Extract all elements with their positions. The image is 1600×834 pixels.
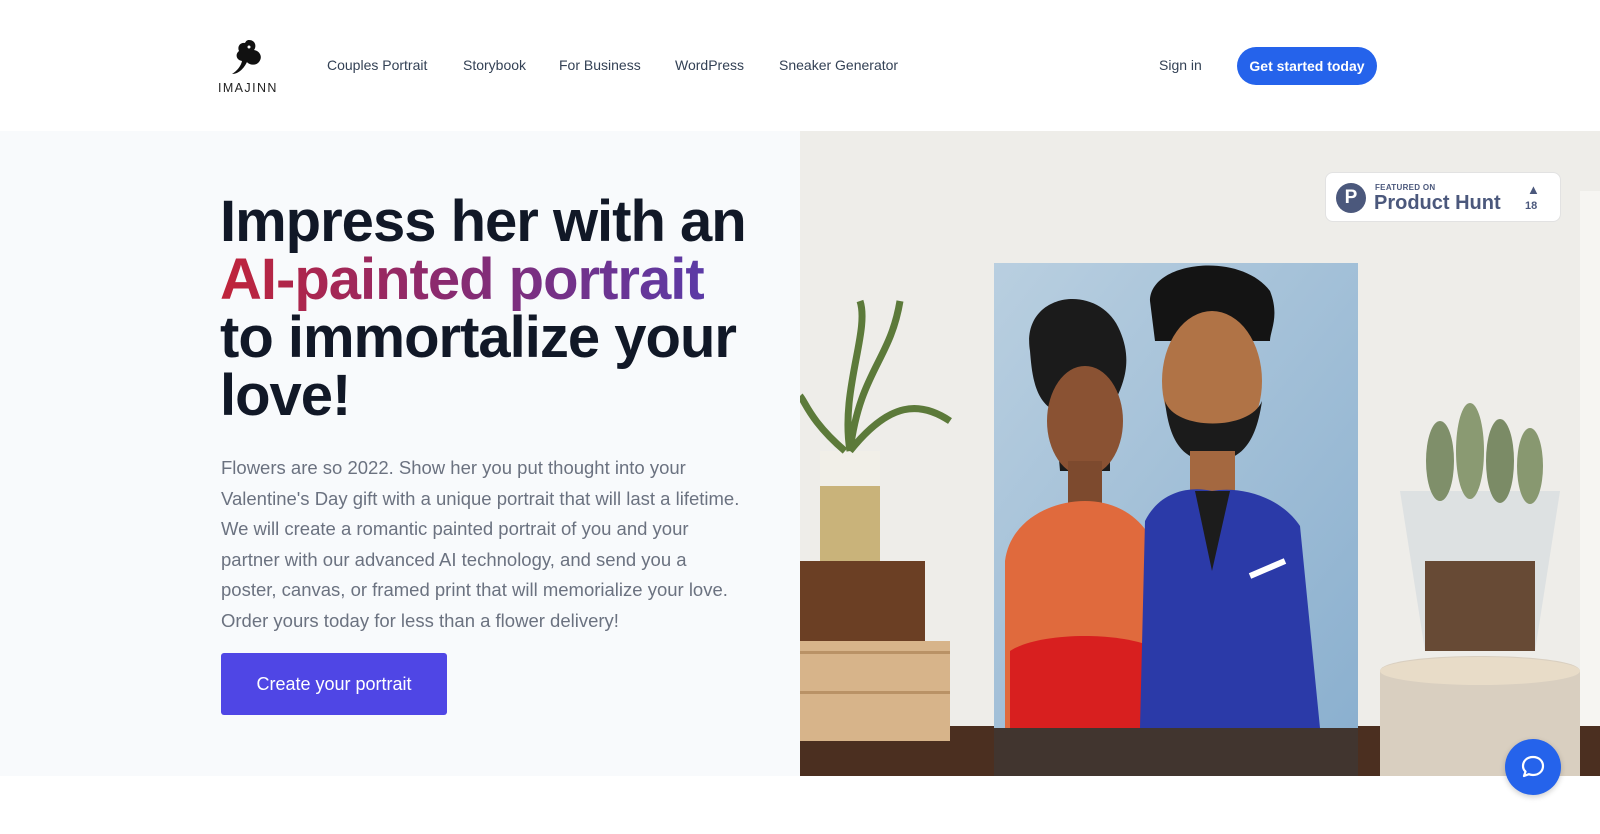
brand-logo[interactable]: IMAJINN: [218, 38, 276, 98]
sign-in-link[interactable]: Sign in: [1159, 57, 1202, 73]
site-header: IMAJINN Couples Portrait Storybook For B…: [0, 0, 1600, 131]
headline-line-3: to immortalize your love!: [220, 305, 737, 428]
create-portrait-button[interactable]: Create your portrait: [221, 653, 447, 715]
product-hunt-logo-icon: P: [1336, 183, 1366, 213]
hero-text-section: Impress her with an AI-painted portrait …: [0, 131, 800, 776]
nav-sneaker-generator[interactable]: Sneaker Generator: [779, 57, 898, 73]
chat-button[interactable]: [1505, 739, 1561, 795]
get-started-button[interactable]: Get started today: [1237, 47, 1377, 85]
hero-description: Flowers are so 2022. Show her you put th…: [221, 457, 740, 631]
upvote-triangle-icon: ▲: [1527, 182, 1540, 197]
hero-headline: Impress her with an AI-painted portrait …: [220, 193, 760, 425]
product-hunt-badge[interactable]: P FEATURED ON Product Hunt ▲ 18: [1325, 172, 1561, 222]
ph-name: Product Hunt: [1374, 192, 1501, 214]
chat-icon: [1521, 755, 1545, 778]
genie-icon: [232, 40, 261, 74]
ph-vote-count: 18: [1525, 200, 1538, 212]
nav-for-business[interactable]: For Business: [559, 57, 641, 73]
nav-couples-portrait[interactable]: Couples Portrait: [327, 57, 427, 73]
headline-line-1: Impress her with an: [220, 189, 747, 254]
nav-wordpress[interactable]: WordPress: [675, 57, 744, 73]
ph-featured-label: FEATURED ON: [1375, 183, 1436, 192]
brand-name: IMAJINN: [218, 81, 278, 95]
headline-highlight: AI-painted portrait: [220, 247, 705, 312]
nav-storybook[interactable]: Storybook: [463, 57, 526, 73]
hero-portrait-image: [800, 131, 1600, 776]
